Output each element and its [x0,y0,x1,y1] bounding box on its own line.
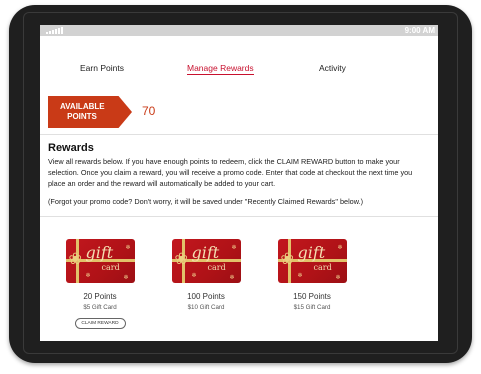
status-bar: 9:00 AM [40,25,438,36]
divider [40,134,438,135]
promo-code-note: (Forgot your promo code? Don't worry, it… [48,197,364,206]
bow-icon: ❀ [68,251,82,268]
available-points-badge: AVAILABLE POINTS [48,96,132,128]
available-points-row: AVAILABLE POINTS 70 [48,96,428,128]
snowflake-icon: ❄ [297,273,303,279]
app-screen: 9:00 AM Earn Points Manage Rewards Activ… [40,25,438,341]
snowflake-icon: ❄ [85,273,91,279]
rewards-description: View all rewards below. If you have enou… [48,157,413,188]
reward-label: $5 Gift Card [83,304,117,311]
available-points-value: 70 [142,104,156,118]
reward-label: $10 Gift Card [187,304,225,311]
gift-card-image: ❀ gift card ❄ ❄ ❄ [277,239,347,283]
bow-icon: ❀ [174,251,188,268]
snowflake-icon: ❄ [231,245,237,251]
reward-item-5: ❀ gift card ❄ ❄ ❄ 20 Points $5 Gift Card… [63,239,137,329]
snowflake-icon: ❄ [337,245,343,251]
reward-points: 20 Points [83,292,117,301]
tab-activity[interactable]: Activity [319,63,346,73]
gift-card-image: ❀ gift card ❄ ❄ ❄ [171,239,241,283]
bow-icon: ❀ [280,251,294,268]
reward-item-15: ❀ gift card ❄ ❄ ❄ 150 Points $15 Gift Ca… [275,239,349,311]
reward-item-10: ❀ gift card ❄ ❄ ❄ 100 Points $10 Gift Ca… [169,239,243,311]
signal-strength-icon [46,27,63,34]
gift-card-image: ❀ gift card ❄ ❄ ❄ [65,239,135,283]
tab-bar: Earn Points Manage Rewards Activity [40,63,438,77]
tab-earn-points[interactable]: Earn Points [80,63,124,73]
tab-manage-rewards[interactable]: Manage Rewards [187,63,254,75]
reward-label: $15 Gift Card [293,304,331,311]
snowflake-icon: ❄ [123,275,129,281]
snowflake-icon: ❄ [191,273,197,279]
status-clock: 9:00 AM [404,26,435,35]
rewards-heading: Rewards [48,142,94,154]
snowflake-icon: ❄ [229,275,235,281]
snowflake-icon: ❄ [335,275,341,281]
reward-points: 150 Points [293,292,331,301]
snowflake-icon: ❄ [125,245,131,251]
reward-points: 100 Points [187,292,225,301]
claim-reward-button[interactable]: CLAIM REWARD [74,318,126,329]
divider [40,216,438,217]
